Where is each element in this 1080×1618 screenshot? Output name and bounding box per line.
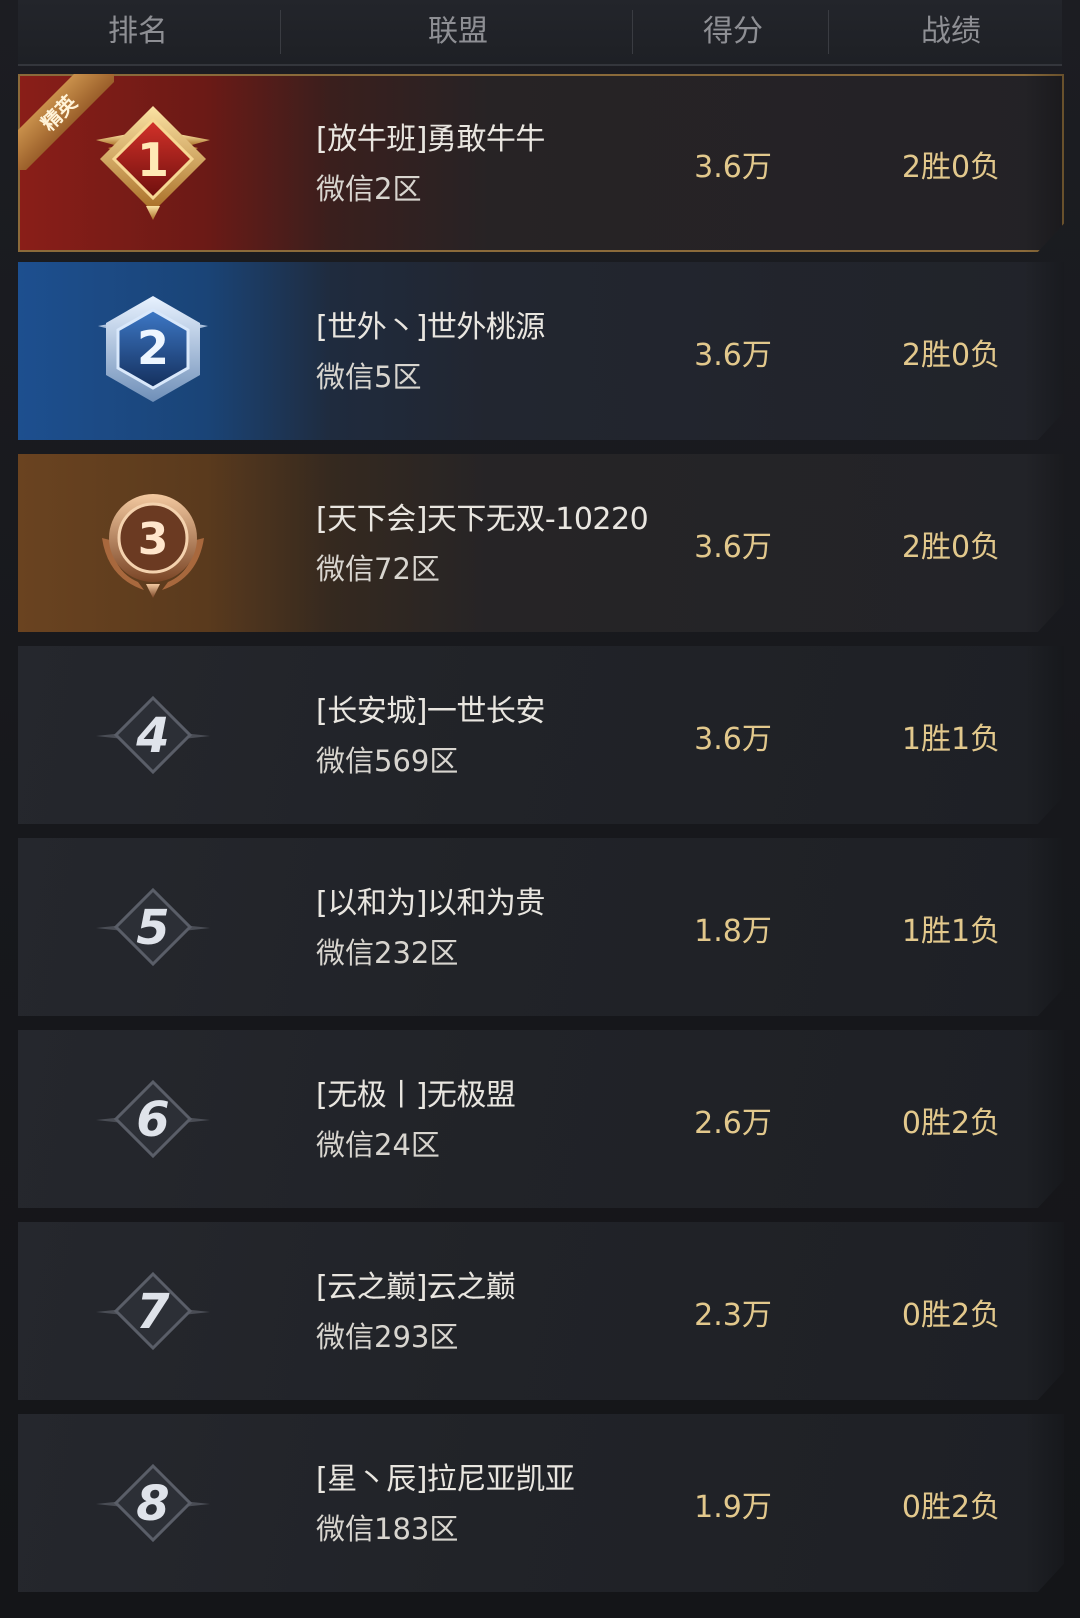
score-value: 3.6万: [694, 722, 772, 757]
rank-number: 3: [138, 514, 169, 565]
score-value: 1.9万: [694, 1490, 772, 1525]
rank-1-gold-badge-icon: 1: [96, 106, 210, 220]
record-value: 2胜0负: [901, 338, 1001, 373]
server-name: 微信293区: [316, 1320, 459, 1354]
rank-number: 1: [137, 133, 169, 187]
alliance-name: [星丶辰]拉尼亚凯亚: [316, 1462, 575, 1497]
rank-4-badge-icon: 4: [96, 695, 210, 775]
table-row[interactable]: 8 [星丶辰]拉尼亚凯亚 微信183区 1.9万 0胜2负: [18, 1414, 1064, 1592]
header-divider: [828, 10, 829, 54]
header-divider: [280, 10, 281, 54]
score-value: 3.6万: [694, 530, 772, 565]
server-name: 微信232区: [316, 936, 459, 970]
server-name: 微信5区: [316, 360, 422, 394]
rank-7-badge-icon: 7: [96, 1271, 210, 1351]
rank-number: 6: [136, 1092, 169, 1148]
rank-number: 4: [135, 708, 169, 764]
record-value: 0胜2负: [901, 1106, 1001, 1141]
table-row[interactable]: 3 [天下会]天下无双-10220 微信72区 3.6万 2胜0负: [18, 454, 1064, 632]
header-divider: [632, 10, 633, 54]
server-name: 微信72区: [316, 552, 440, 586]
score-value: 1.8万: [694, 914, 772, 949]
alliance-name: [世外丶]世外桃源: [316, 310, 545, 345]
record-value: 1胜1负: [901, 722, 1001, 757]
rank-6-badge-icon: 6: [96, 1079, 210, 1159]
record-value: 0胜2负: [901, 1490, 1001, 1525]
server-name: 微信569区: [316, 744, 459, 778]
alliance-name: [以和为]以和为贵: [316, 886, 545, 921]
score-value: 2.6万: [694, 1106, 772, 1141]
table-row[interactable]: 精英 1 [放牛班]勇敢牛牛 微信2区 3.6万 2胜0负: [18, 74, 1064, 252]
rank-number: 2: [137, 321, 169, 375]
rank-number: 8: [136, 1476, 169, 1532]
header-rank: 排名: [108, 14, 168, 49]
table-row[interactable]: 4 [长安城]一世长安 微信569区 3.6万 1胜1负: [18, 646, 1064, 824]
record-value: 2胜0负: [901, 150, 1001, 185]
alliance-name: [无极丨]无极盟: [316, 1078, 516, 1113]
server-name: 微信2区: [316, 172, 422, 206]
rank-number: 5: [136, 900, 169, 956]
rank-2-silver-badge-icon: 2: [98, 296, 208, 402]
table-row[interactable]: 2 [世外丶]世外桃源 微信5区 3.6万 2胜0负: [18, 262, 1064, 440]
record-value: 0胜2负: [901, 1298, 1001, 1333]
header-alliance: 联盟: [428, 14, 488, 49]
header-record: 战绩: [921, 14, 981, 49]
table-row[interactable]: 5 [以和为]以和为贵 微信232区 1.8万 1胜1负: [18, 838, 1064, 1016]
record-value: 2胜0负: [901, 530, 1001, 565]
alliance-name: [放牛班]勇敢牛牛: [316, 122, 545, 157]
alliance-name: [天下会]天下无双-10220: [316, 502, 649, 537]
server-name: 微信183区: [316, 1512, 459, 1546]
server-name: 微信24区: [316, 1128, 440, 1162]
table-row[interactable]: 6 [无极丨]无极盟 微信24区 2.6万 0胜2负: [18, 1030, 1064, 1208]
alliance-name: [云之巅]云之巅: [316, 1270, 516, 1305]
rank-8-badge-icon: 8: [96, 1463, 210, 1543]
score-value: 3.6万: [694, 338, 772, 373]
rank-5-badge-icon: 5: [96, 887, 210, 967]
record-value: 1胜1负: [901, 914, 1001, 949]
table-row[interactable]: 7 [云之巅]云之巅 微信293区 2.3万 0胜2负: [18, 1222, 1064, 1400]
header-score: 得分: [703, 14, 763, 49]
rank-3-bronze-badge-icon: 3: [102, 494, 204, 598]
score-value: 3.6万: [694, 150, 772, 185]
rank-number: 7: [136, 1284, 170, 1340]
score-value: 2.3万: [694, 1298, 772, 1333]
alliance-name: [长安城]一世长安: [316, 694, 545, 729]
ranking-table-header: 排名 联盟 得分 战绩: [18, 0, 1062, 66]
